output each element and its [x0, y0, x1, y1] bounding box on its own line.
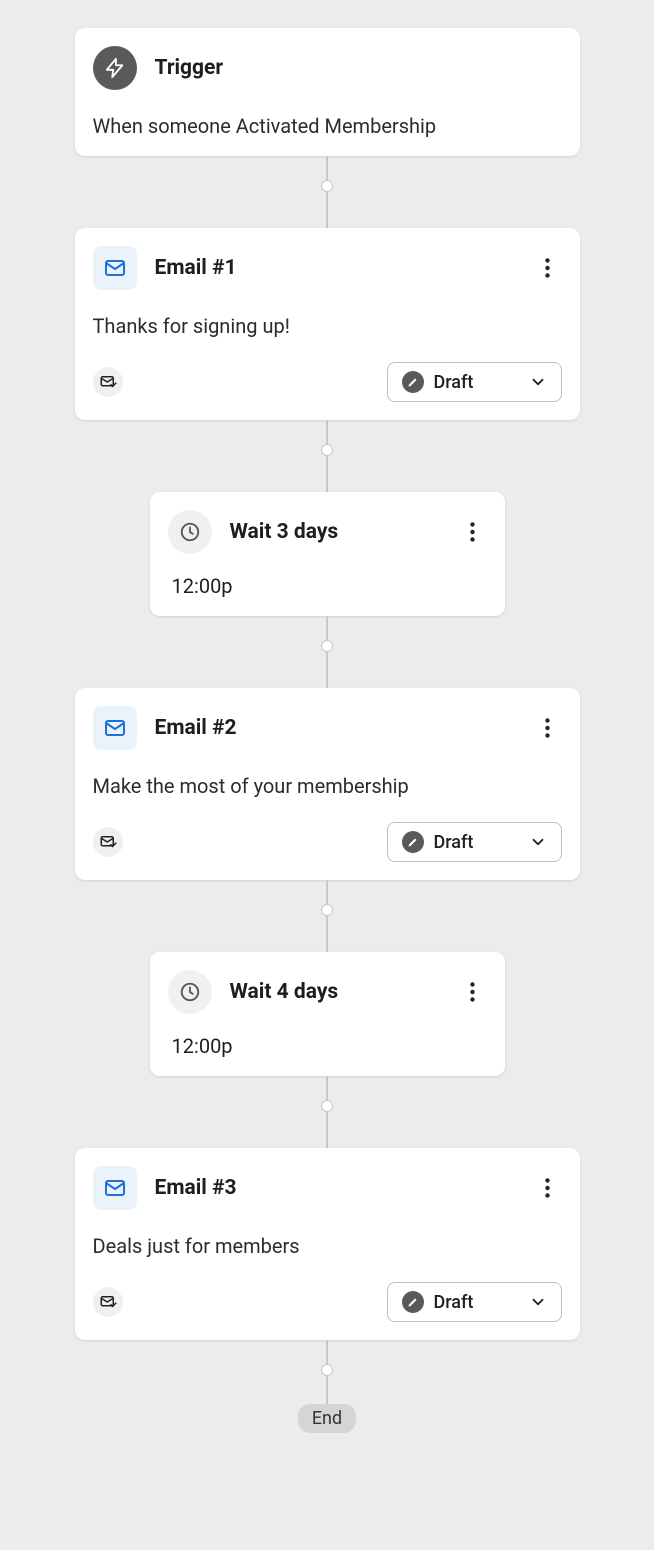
wait-card-2[interactable]: Wait 4 days 12:00p — [150, 952, 505, 1076]
clock-icon — [168, 970, 212, 1014]
email-description: Thanks for signing up! — [93, 314, 562, 338]
trigger-card[interactable]: Trigger When someone Activated Membershi… — [75, 28, 580, 156]
trigger-icon — [93, 46, 137, 90]
email-description: Deals just for members — [93, 1234, 562, 1258]
email-card-1[interactable]: Email #1 Thanks for signing up! Draft — [75, 228, 580, 420]
email-status-icon[interactable] — [93, 367, 123, 397]
pencil-icon — [402, 371, 424, 393]
wait-card-1[interactable]: Wait 3 days 12:00p — [150, 492, 505, 616]
trigger-title: Trigger — [155, 56, 224, 80]
wait-time: 12:00p — [172, 1034, 487, 1058]
more-menu-button[interactable] — [459, 518, 487, 546]
email-status-icon[interactable] — [93, 827, 123, 857]
email-title: Email #3 — [155, 1176, 237, 1200]
more-menu-button[interactable] — [534, 714, 562, 742]
connector — [321, 156, 333, 228]
mail-icon — [93, 1166, 137, 1210]
email-status-icon[interactable] — [93, 1287, 123, 1317]
status-label: Draft — [434, 372, 474, 393]
status-dropdown[interactable]: Draft — [387, 822, 562, 862]
chevron-down-icon — [529, 1293, 547, 1311]
pencil-icon — [402, 1291, 424, 1313]
trigger-description: When someone Activated Membership — [93, 114, 562, 138]
status-label: Draft — [434, 1292, 474, 1313]
chevron-down-icon — [529, 373, 547, 391]
wait-title: Wait 4 days — [230, 980, 339, 1004]
pencil-icon — [402, 831, 424, 853]
status-label: Draft — [434, 832, 474, 853]
connector — [321, 1340, 333, 1404]
end-label: End — [298, 1404, 356, 1433]
mail-icon — [93, 246, 137, 290]
email-title: Email #1 — [155, 256, 237, 280]
mail-icon — [93, 706, 137, 750]
chevron-down-icon — [529, 833, 547, 851]
connector — [321, 880, 333, 952]
email-description: Make the most of your membership — [93, 774, 562, 798]
email-card-3[interactable]: Email #3 Deals just for members Draft — [75, 1148, 580, 1340]
wait-time: 12:00p — [172, 574, 487, 598]
more-menu-button[interactable] — [459, 978, 487, 1006]
status-dropdown[interactable]: Draft — [387, 1282, 562, 1322]
status-dropdown[interactable]: Draft — [387, 362, 562, 402]
more-menu-button[interactable] — [534, 1174, 562, 1202]
clock-icon — [168, 510, 212, 554]
wait-title: Wait 3 days — [230, 520, 339, 544]
connector — [321, 616, 333, 688]
more-menu-button[interactable] — [534, 254, 562, 282]
email-title: Email #2 — [155, 716, 237, 740]
connector — [321, 1076, 333, 1148]
connector — [321, 420, 333, 492]
email-card-2[interactable]: Email #2 Make the most of your membershi… — [75, 688, 580, 880]
